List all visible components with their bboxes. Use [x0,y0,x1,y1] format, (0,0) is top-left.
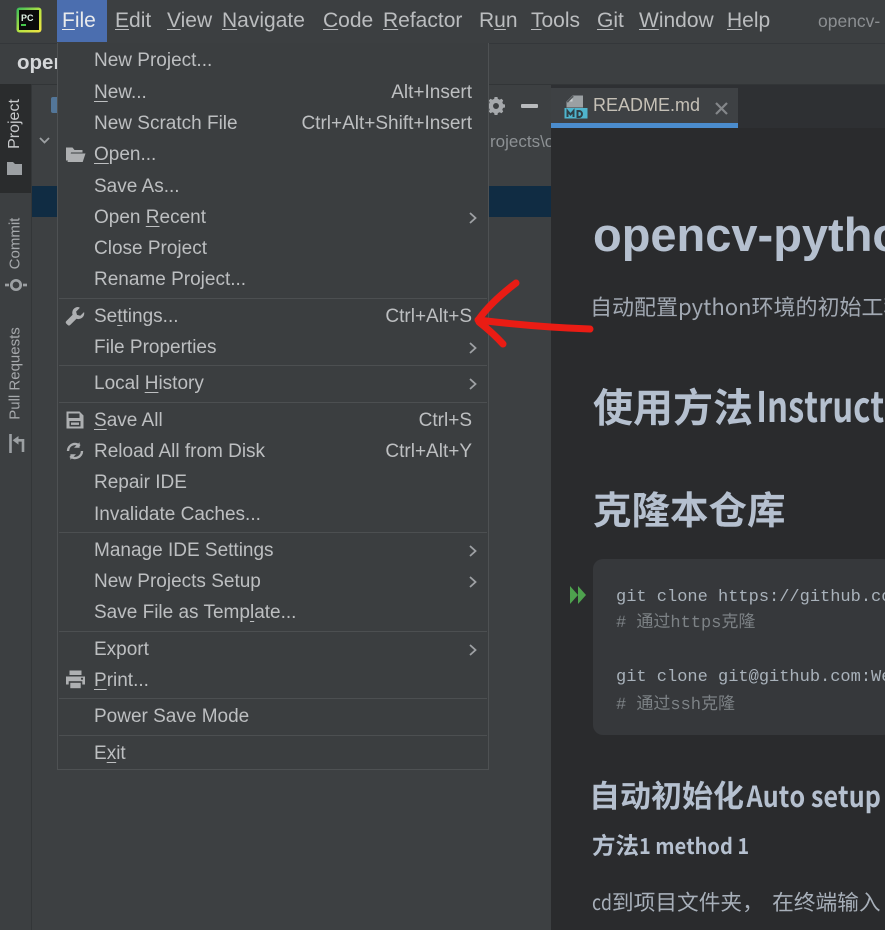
svg-text:PC: PC [21,13,34,23]
